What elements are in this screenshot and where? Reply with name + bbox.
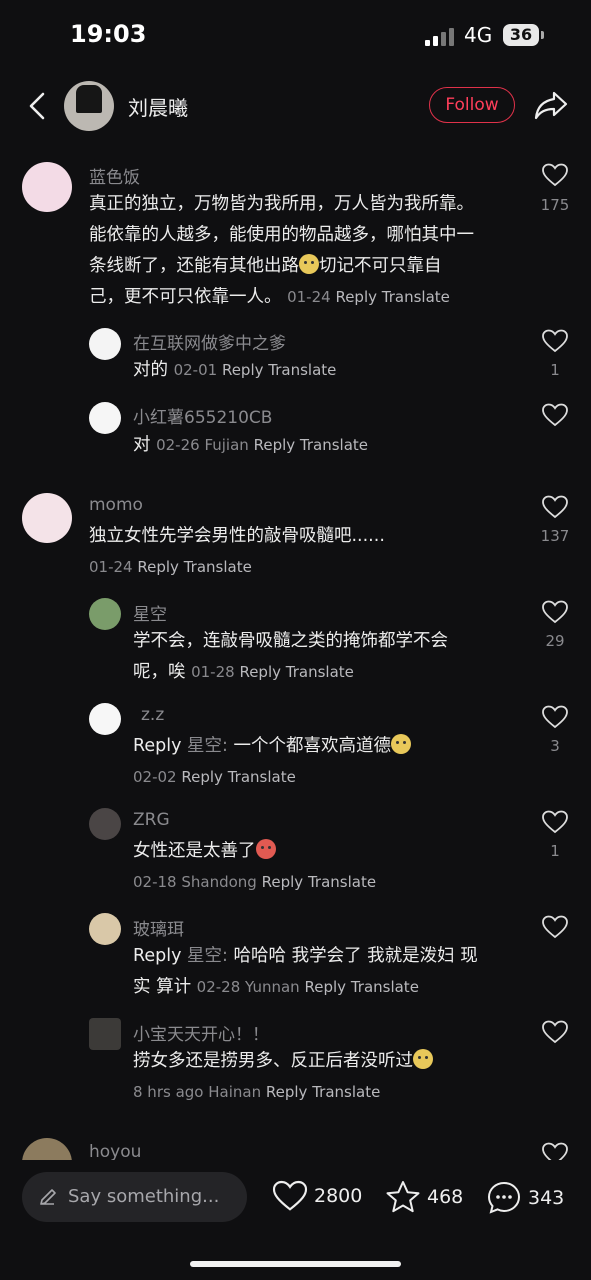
comments-button[interactable]: 343 — [486, 1180, 564, 1216]
like-count: 1 — [550, 842, 560, 860]
like-icon[interactable] — [542, 495, 568, 519]
like-icon[interactable] — [542, 403, 568, 427]
comment-list[interactable]: 蓝色饭 真正的独立，万物皆为我所用，万人皆为我所靠。 能依靠的人越多，能使用的物… — [0, 150, 591, 1160]
like-icon[interactable] — [542, 705, 568, 729]
comment-author[interactable]: hoyou — [89, 1142, 141, 1160]
comment-text: 对的 02-01 Reply Translate — [133, 360, 337, 380]
post-comment-count: 343 — [528, 1187, 565, 1209]
translate-button[interactable]: Translate — [308, 873, 376, 891]
avatar[interactable] — [89, 808, 121, 840]
comment-text: 真正的独立，万物皆为我所用，万人皆为我所靠。 能依靠的人越多，能使用的物品越多，… — [89, 194, 474, 307]
avatar[interactable] — [22, 493, 72, 543]
reply-button[interactable]: Reply — [266, 1083, 308, 1101]
author-avatar[interactable] — [64, 81, 114, 131]
like-icon[interactable] — [542, 163, 568, 187]
like-count: 175 — [540, 196, 570, 214]
reply-label: Reply — [133, 736, 182, 756]
comment-icon — [487, 1181, 521, 1214]
heart-icon — [272, 1180, 308, 1211]
reply-label: Reply — [133, 946, 182, 966]
reply-button[interactable]: Reply — [254, 436, 296, 454]
comment-author[interactable]: 星空 — [133, 600, 167, 625]
like-count: 137 — [540, 527, 570, 545]
reply-target[interactable]: 星空 — [187, 736, 222, 756]
reply-button[interactable]: Reply — [262, 873, 304, 891]
star-icon — [386, 1181, 420, 1213]
translate-button[interactable]: Translate — [300, 436, 368, 454]
comment-text: 女性还是太善了 02-18 Shandong Reply Translate — [133, 839, 377, 891]
avatar[interactable] — [89, 913, 121, 945]
comment-author[interactable]: ZRG — [133, 810, 170, 830]
avatar[interactable] — [22, 1138, 72, 1160]
like-count: 3 — [550, 737, 560, 755]
like-icon[interactable] — [542, 915, 568, 939]
comment-input-placeholder: Say something... — [68, 1186, 220, 1207]
network-type: 4G — [464, 23, 493, 47]
comment-author[interactable]: 小红薯655210CB — [133, 403, 272, 428]
status-time: 19:03 — [70, 20, 147, 48]
like-icon[interactable] — [542, 329, 568, 353]
reply-button[interactable]: Reply — [335, 288, 377, 306]
like-post-button[interactable]: 2800 — [272, 1180, 362, 1212]
comment-author[interactable]: 在互联网做爹中之爹 — [133, 329, 286, 354]
share-icon[interactable] — [534, 89, 568, 121]
avatar[interactable] — [89, 703, 121, 735]
reply-button[interactable]: Reply — [181, 768, 223, 786]
translate-button[interactable]: Translate — [312, 1083, 380, 1101]
like-count: 29 — [545, 632, 565, 650]
comment-meta: 01-24 Reply Translate — [287, 288, 450, 306]
avatar[interactable] — [89, 402, 121, 434]
comment-input[interactable]: Say something... — [22, 1172, 247, 1222]
reply-button[interactable]: Reply — [222, 361, 264, 379]
back-icon[interactable] — [24, 91, 54, 121]
battery-icon: 36 — [503, 24, 544, 46]
like-count: 1 — [550, 361, 560, 379]
comment-text: 独立女性先学会男性的敲骨吸髓吧...... 01-24 Reply Transl… — [89, 526, 385, 576]
pencil-icon — [40, 1189, 56, 1205]
translate-button[interactable]: Translate — [286, 663, 354, 681]
avatar[interactable] — [89, 328, 121, 360]
comment-text: 对 02-26 Fujian Reply Translate — [133, 435, 369, 455]
avatar[interactable] — [22, 162, 72, 212]
post-star-count: 468 — [427, 1186, 464, 1208]
status-bar: 19:03 4G 36 — [0, 0, 591, 70]
like-icon[interactable] — [542, 1142, 568, 1160]
bottom-bar: Say something... 2800 468 343 — [0, 1160, 591, 1280]
comment-text: 捞女多还是捞男多、反正后者没听过 8 hrs ago Hainan Reply … — [133, 1046, 528, 1108]
signal-icon — [425, 26, 454, 46]
comment-author[interactable]: momo — [89, 495, 143, 515]
emoji-icon — [299, 254, 319, 274]
emoji-icon — [391, 734, 412, 754]
comment-author[interactable]: 小宝天天开心！！ — [133, 1020, 269, 1045]
comment-author[interactable]: 蓝色饭 — [89, 163, 140, 188]
emoji-icon — [413, 1049, 433, 1069]
reply-target[interactable]: 星空 — [187, 946, 222, 966]
comment-author[interactable]: z.z — [141, 705, 164, 725]
follow-button[interactable]: Follow — [429, 87, 515, 123]
translate-button[interactable]: Translate — [382, 288, 450, 306]
author-name[interactable]: 刘晨曦 — [128, 92, 188, 121]
translate-button[interactable]: Translate — [351, 978, 419, 996]
like-icon[interactable] — [542, 1020, 568, 1044]
comment-text: Reply 星空: 哈哈哈 我学会了 我就是泼妇 现 实 算计 02-28 Yu… — [133, 946, 478, 997]
comment-author[interactable]: 玻璃珥 — [133, 915, 184, 940]
like-icon[interactable] — [542, 600, 568, 624]
home-indicator[interactable] — [190, 1261, 401, 1267]
translate-button[interactable]: Translate — [184, 558, 252, 576]
comment-text: 学不会，连敲骨吸髓之类的掩饰都学不会 呢，唉 01-28 Reply Trans… — [133, 631, 448, 682]
favorite-button[interactable]: 468 — [385, 1180, 463, 1214]
emoji-icon — [255, 839, 276, 859]
post-like-count: 2800 — [314, 1185, 363, 1207]
translate-button[interactable]: Translate — [228, 768, 296, 786]
like-icon[interactable] — [542, 810, 568, 834]
reply-button[interactable]: Reply — [239, 663, 281, 681]
avatar[interactable] — [89, 598, 121, 630]
reply-button[interactable]: Reply — [304, 978, 346, 996]
post-header: 刘晨曦 Follow — [0, 75, 591, 137]
reply-button[interactable]: Reply — [137, 558, 179, 576]
avatar[interactable] — [89, 1018, 121, 1050]
comment-text: Reply 星空: 一个个都喜欢高道德 02-02 Reply Translat… — [133, 731, 528, 793]
translate-button[interactable]: Translate — [268, 361, 336, 379]
